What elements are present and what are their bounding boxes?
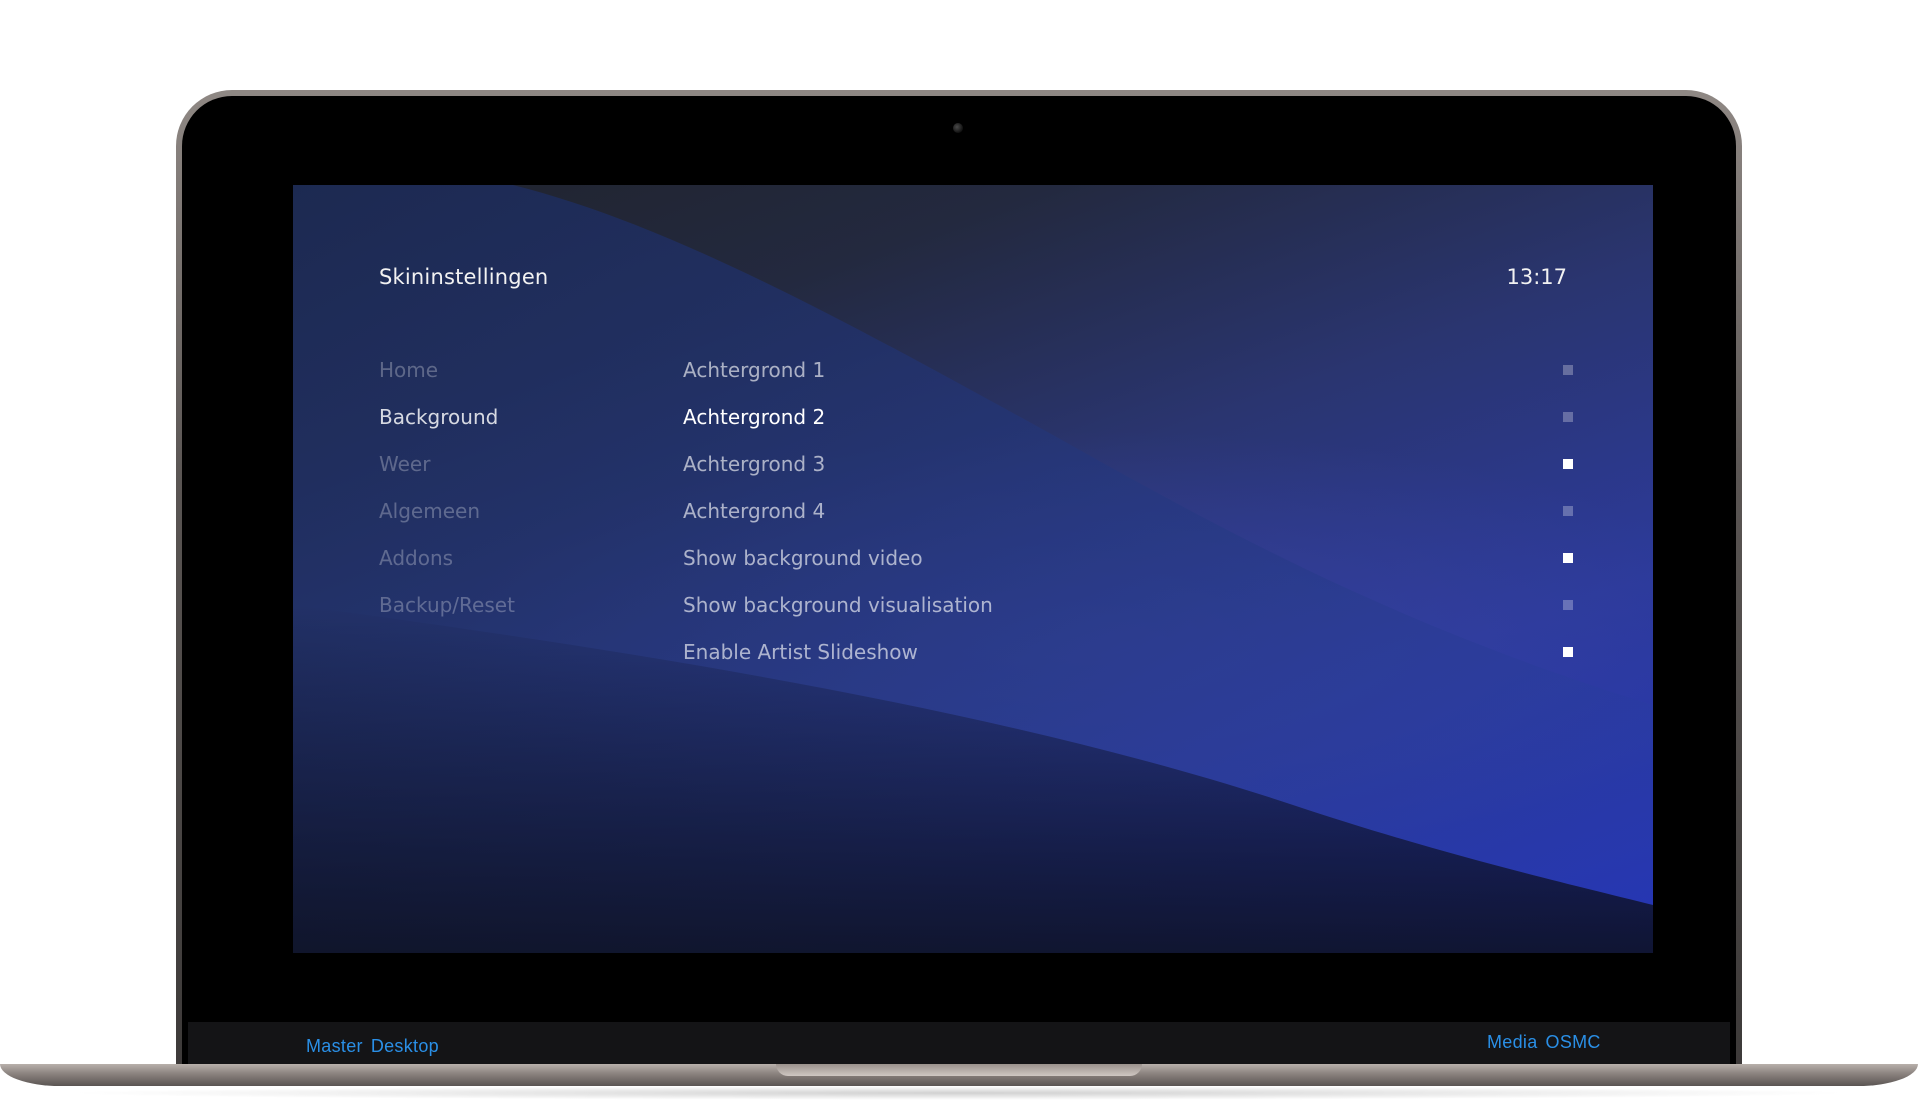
checkbox-icon[interactable] [1563,365,1573,375]
checkbox-icon[interactable] [1563,506,1573,516]
setting-label: Show background video [683,546,923,570]
checkbox-icon[interactable] [1563,647,1573,657]
setting-label: Achtergrond 1 [683,358,826,382]
setting-label: Achtergrond 4 [683,499,826,523]
setting-enable-artist-slideshow[interactable]: Enable Artist Slideshow [683,637,1573,684]
setting-label: Achtergrond 2 [683,405,826,429]
chin-label-desktop[interactable]: Desktop [371,1036,439,1056]
checkbox-icon[interactable] [1563,600,1573,610]
setting-achtergrond-4[interactable]: Achtergrond 4 [683,496,1573,543]
sidebar-item-backup-reset[interactable]: Backup/Reset [379,590,515,637]
kodi-settings-screen: Skininstellingen 13:17 Home Background W… [293,185,1653,953]
sidebar-item-algemeen[interactable]: Algemeen [379,496,515,543]
settings-options-list: Achtergrond 1 Achtergrond 2 Achtergrond … [683,355,1573,684]
setting-label: Show background visualisation [683,593,993,617]
chin-label-master[interactable]: Master [306,1036,363,1056]
setting-show-background-video[interactable]: Show background video [683,543,1573,590]
settings-category-menu: Home Background Weer Algemeen Addons Bac… [379,355,515,637]
sidebar-item-weer[interactable]: Weer [379,449,515,496]
page-title: Skininstellingen [379,265,549,289]
laptop-hinge-notch [776,1064,1142,1076]
clock: 13:17 [1506,265,1567,289]
laptop-mockup: Skininstellingen 13:17 Home Background W… [0,0,1918,1108]
webcam-icon [953,123,963,133]
setting-label: Enable Artist Slideshow [683,640,918,664]
checkbox-icon[interactable] [1563,412,1573,422]
sidebar-item-background[interactable]: Background [379,402,515,449]
checkbox-icon[interactable] [1563,459,1573,469]
setting-achtergrond-3[interactable]: Achtergrond 3 [683,449,1573,496]
chin-left-labels: Master Desktop [306,1036,447,1057]
chin-right-labels: Media OSMC [1487,1032,1609,1053]
chin-label-osmc[interactable]: OSMC [1546,1032,1601,1052]
checkbox-icon[interactable] [1563,553,1573,563]
laptop-shadow [60,1086,1858,1100]
sidebar-item-home[interactable]: Home [379,355,515,402]
setting-achtergrond-1[interactable]: Achtergrond 1 [683,355,1573,402]
chin-label-media[interactable]: Media [1487,1032,1538,1052]
setting-label: Achtergrond 3 [683,452,826,476]
setting-achtergrond-2[interactable]: Achtergrond 2 [683,402,1573,449]
setting-show-background-visualisation[interactable]: Show background visualisation [683,590,1573,637]
sidebar-item-addons[interactable]: Addons [379,543,515,590]
